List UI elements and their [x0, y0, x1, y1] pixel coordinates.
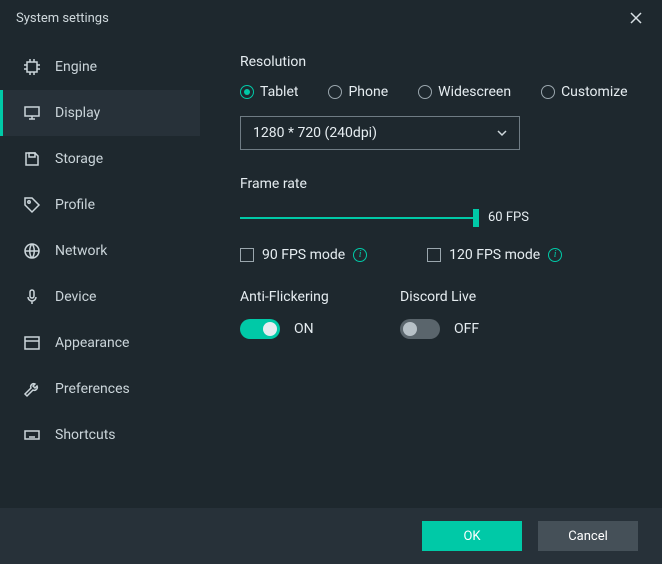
radio-label: Widescreen: [438, 84, 511, 100]
antiflicker-heading: Anti-Flickering: [240, 289, 400, 305]
sidebar-item-storage[interactable]: Storage: [0, 136, 200, 182]
radio-widescreen[interactable]: Widescreen: [418, 84, 511, 100]
info-icon[interactable]: i: [548, 248, 562, 262]
resolution-dropdown[interactable]: 1280 * 720 (240dpi): [240, 116, 520, 150]
checkbox-icon: [427, 248, 441, 262]
framerate-value: 60 FPS: [488, 210, 529, 225]
ok-button[interactable]: OK: [422, 521, 522, 551]
main-panel: Resolution Tablet Phone Widescreen Custo…: [200, 36, 662, 508]
resolution-heading: Resolution: [240, 54, 634, 70]
sidebar-item-label: Device: [55, 289, 96, 305]
sidebar-item-shortcuts[interactable]: Shortcuts: [0, 412, 200, 458]
info-icon[interactable]: i: [353, 248, 367, 262]
sidebar: Engine Display Storage Profile Network D…: [0, 36, 200, 508]
monitor-icon: [23, 104, 41, 122]
sidebar-item-label: Preferences: [55, 381, 130, 397]
sidebar-item-label: Profile: [55, 197, 95, 213]
sidebar-item-label: Shortcuts: [55, 427, 116, 443]
radio-icon: [240, 85, 254, 99]
discord-heading: Discord Live: [400, 289, 560, 305]
cancel-button[interactable]: Cancel: [538, 521, 638, 551]
cpu-icon: [23, 58, 41, 76]
check-label: 90 FPS mode: [262, 247, 345, 263]
dropdown-value: 1280 * 720 (240dpi): [253, 125, 377, 141]
ok-label: OK: [463, 529, 480, 544]
radio-label: Tablet: [260, 84, 298, 100]
sidebar-item-network[interactable]: Network: [0, 228, 200, 274]
radio-label: Phone: [348, 84, 388, 100]
titlebar: System settings: [0, 0, 662, 36]
sidebar-item-label: Engine: [55, 59, 97, 75]
radio-icon: [418, 85, 432, 99]
radio-label: Customize: [561, 84, 627, 100]
chevron-down-icon: [495, 126, 509, 140]
sidebar-item-device[interactable]: Device: [0, 274, 200, 320]
slider-thumb[interactable]: [473, 209, 479, 227]
close-button[interactable]: [622, 4, 650, 32]
mic-icon: [23, 288, 41, 306]
sidebar-item-appearance[interactable]: Appearance: [0, 320, 200, 366]
toggle-knob: [263, 322, 277, 336]
cancel-label: Cancel: [568, 529, 608, 544]
check-120fps[interactable]: 120 FPS mode i: [427, 247, 562, 263]
sidebar-item-display[interactable]: Display: [0, 90, 200, 136]
close-icon: [629, 11, 643, 25]
wrench-icon: [23, 380, 41, 398]
radio-icon: [541, 85, 555, 99]
toggle-knob: [403, 322, 417, 336]
footer: OK Cancel: [0, 508, 662, 564]
tag-icon: [23, 196, 41, 214]
window-title: System settings: [16, 11, 622, 26]
antiflicker-state: ON: [294, 321, 314, 337]
save-icon: [23, 150, 41, 168]
layout-icon: [23, 334, 41, 352]
resolution-radio-group: Tablet Phone Widescreen Customize: [240, 84, 634, 100]
check-90fps[interactable]: 90 FPS mode i: [240, 247, 367, 263]
sidebar-item-label: Appearance: [55, 335, 129, 351]
radio-phone[interactable]: Phone: [328, 84, 388, 100]
discord-state: OFF: [454, 321, 479, 337]
sidebar-item-engine[interactable]: Engine: [0, 44, 200, 90]
sidebar-item-profile[interactable]: Profile: [0, 182, 200, 228]
radio-customize[interactable]: Customize: [541, 84, 627, 100]
sidebar-item-label: Network: [55, 243, 107, 259]
discord-toggle[interactable]: [400, 319, 440, 339]
antiflicker-toggle[interactable]: [240, 319, 280, 339]
keyboard-icon: [23, 426, 41, 444]
check-label: 120 FPS mode: [449, 247, 540, 263]
checkbox-icon: [240, 248, 254, 262]
framerate-heading: Frame rate: [240, 176, 634, 192]
framerate-slider[interactable]: [240, 217, 478, 219]
radio-icon: [328, 85, 342, 99]
sidebar-item-label: Display: [55, 105, 100, 121]
sidebar-item-preferences[interactable]: Preferences: [0, 366, 200, 412]
radio-tablet[interactable]: Tablet: [240, 84, 298, 100]
sidebar-item-label: Storage: [55, 151, 103, 167]
globe-icon: [23, 242, 41, 260]
